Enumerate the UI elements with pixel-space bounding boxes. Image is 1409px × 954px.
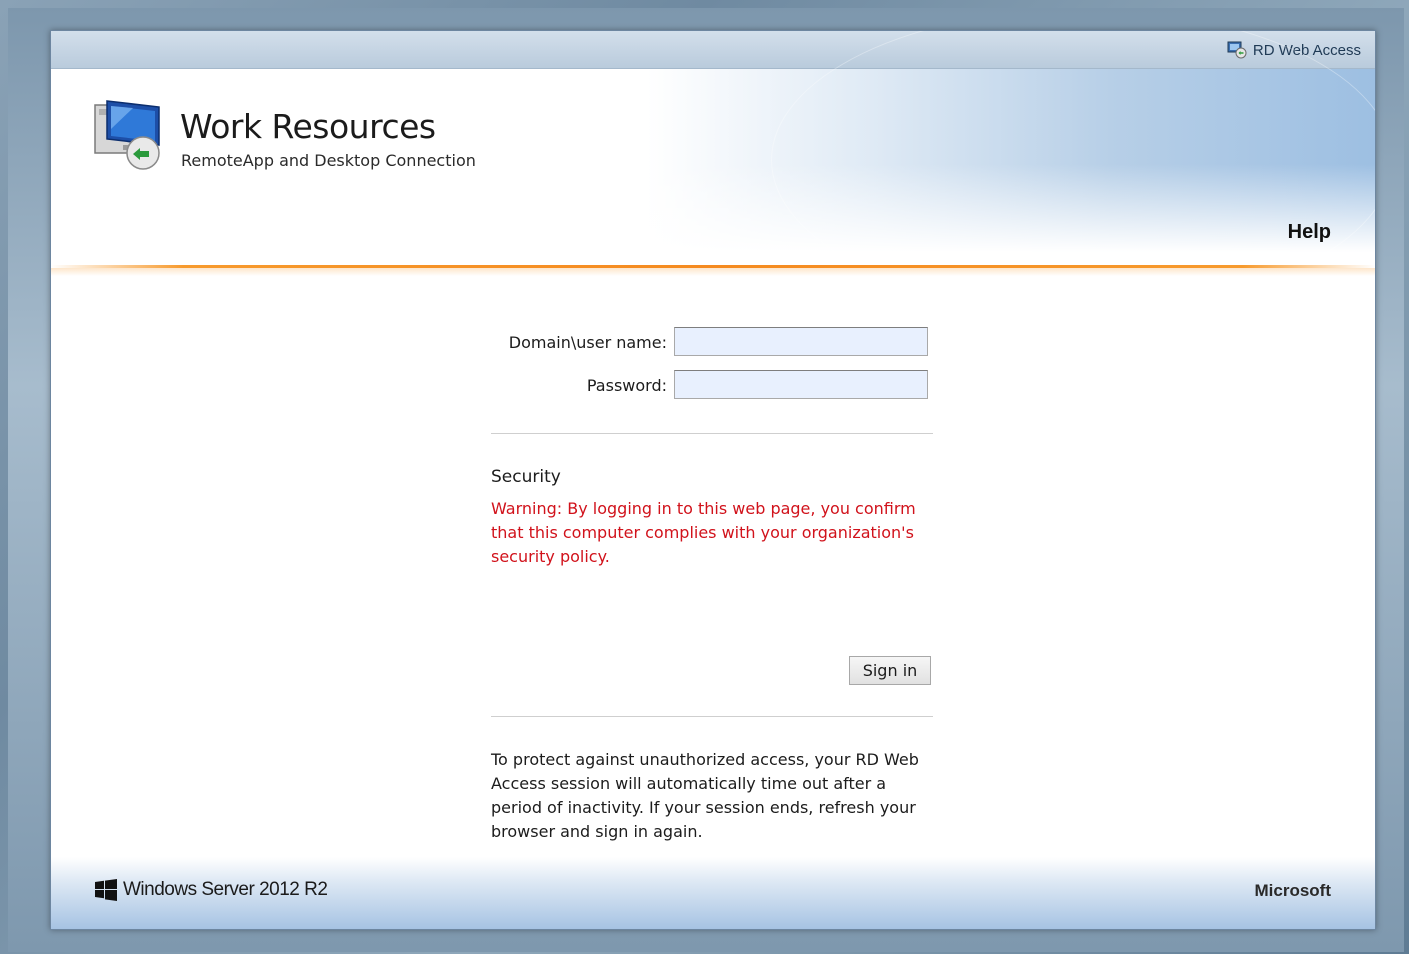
form-divider-top	[491, 433, 933, 434]
microsoft-logo-text: Microsoft	[1254, 881, 1332, 900]
password-row: Password:	[491, 370, 935, 402]
page-title: Work Resources	[180, 107, 436, 146]
password-input[interactable]	[674, 370, 928, 399]
remote-desktop-icon	[93, 99, 169, 175]
page-subtitle: RemoteApp and Desktop Connection	[181, 151, 476, 170]
os-label: Windows Server 2012 R2	[123, 879, 328, 900]
username-row: Domain\user name:	[491, 327, 935, 359]
form-divider-bottom	[491, 716, 933, 717]
timeout-notice: To protect against unauthorized access, …	[491, 750, 919, 841]
help-link[interactable]: Help	[1288, 221, 1331, 244]
security-title: Security	[491, 467, 561, 487]
security-warning: Warning: By logging in to this web page,…	[491, 499, 916, 566]
rd-web-access-window: RD Web Access Work Resources RemoteApp a…	[50, 30, 1376, 930]
windows-logo-icon	[95, 879, 117, 901]
header-divider-glow	[51, 268, 1375, 276]
sign-in-button[interactable]: Sign in	[849, 656, 931, 685]
password-label: Password:	[586, 376, 667, 395]
footer: Windows Server 2012 R2 Microsoft	[51, 857, 1375, 929]
header-fade	[51, 164, 1375, 274]
username-input[interactable]	[674, 327, 928, 356]
username-label: Domain\user name:	[508, 333, 667, 352]
header-banner: Work Resources RemoteApp and Desktop Con…	[51, 31, 1375, 311]
